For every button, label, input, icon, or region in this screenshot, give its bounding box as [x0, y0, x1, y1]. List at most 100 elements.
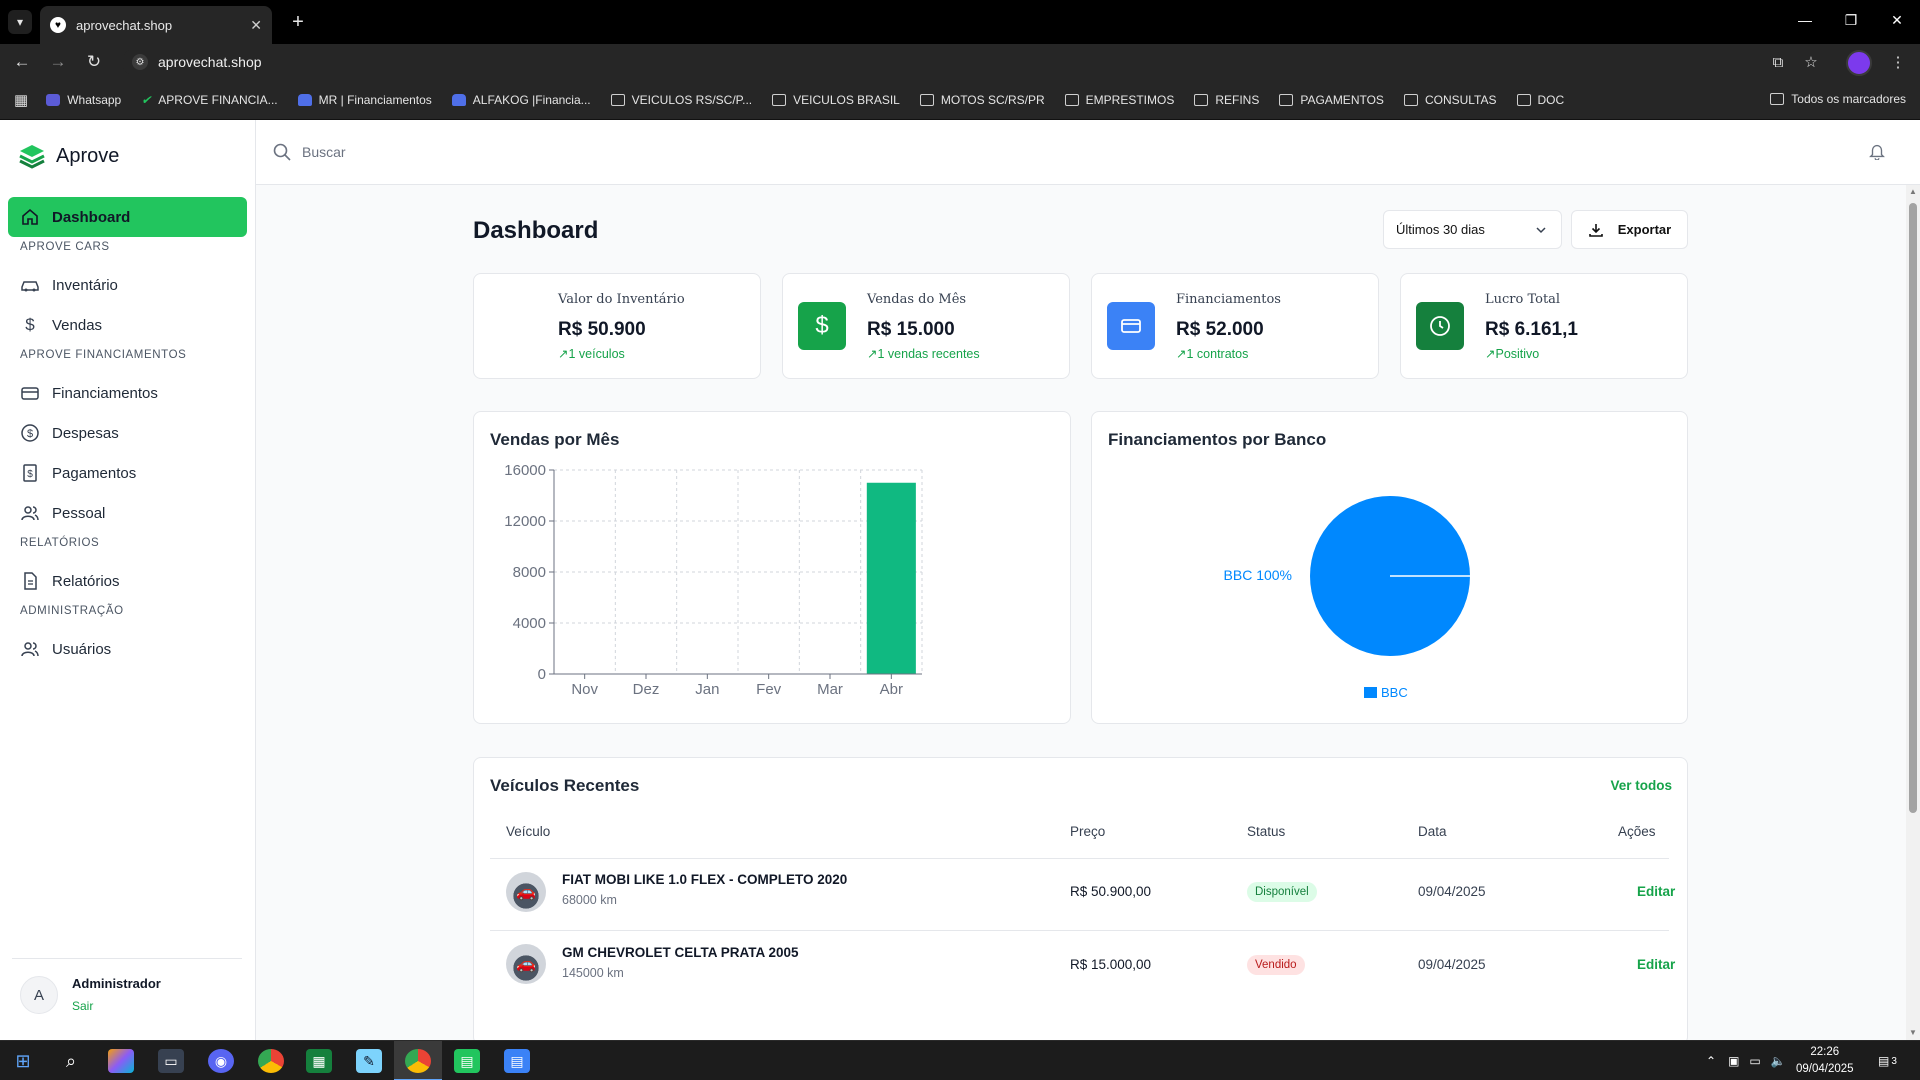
sidebar-item-personal[interactable]: Pessoal — [20, 498, 240, 528]
vehicle-km: 145000 km — [562, 966, 624, 980]
stat-trend: ↗1 contratos — [1176, 347, 1249, 361]
site-info-icon[interactable]: ⚙ — [132, 54, 148, 70]
store-icon[interactable]: ▤ — [454, 1049, 480, 1073]
browser-toolbar: ← → ↻ ⚙ aprovechat.shop ⧉ ☆ ⋮ — [0, 44, 1920, 80]
car-icon — [451, 93, 466, 106]
bookmark-whatsapp[interactable]: Whatsapp — [46, 93, 121, 107]
x-tick-label: Nov — [571, 681, 598, 698]
brand[interactable]: Aprove — [18, 142, 119, 170]
bookmark-mr[interactable]: MR | Financiamentos — [297, 93, 432, 107]
folder-icon — [1064, 93, 1079, 106]
bank-chart-card: Financiamentos por Banco BBC 100% BBC — [1091, 411, 1688, 724]
display-icon[interactable]: ▣ — [1728, 1054, 1739, 1068]
page-scrollbar[interactable]: ▲ ▼ — [1906, 185, 1920, 1040]
bookmark-folder[interactable]: MOTOS SC/RS/PR — [919, 93, 1045, 107]
new-tab-button[interactable]: + — [284, 8, 312, 36]
sales-bar-chart: 0 4000 8000 12000 16000 Nov Dez Jan Fev Mar Abr — [504, 462, 923, 698]
store-icon[interactable]: ▤ — [504, 1049, 530, 1073]
column-header: Ações — [1618, 824, 1656, 839]
sidebar-item-expenses[interactable]: $ Despesas — [20, 418, 240, 448]
svg-text:$: $ — [27, 469, 33, 480]
sidebar-item-inventory[interactable]: Inventário — [20, 270, 240, 300]
stat-trend: ↗1 veículos — [558, 347, 625, 361]
tab-title: aprovechat.shop — [76, 17, 173, 33]
bar — [866, 482, 916, 674]
bookmark-folder[interactable]: REFINS — [1194, 93, 1259, 107]
bookmark-alfakog[interactable]: ALFAKOG |Financia... — [451, 93, 591, 107]
trend-up-icon: ↗ — [558, 347, 569, 361]
apps-grid-icon[interactable]: ▦ — [14, 91, 28, 109]
chrome-icon[interactable] — [258, 1049, 284, 1073]
slice-label: BBC 100% — [1224, 567, 1292, 583]
sidebar-item-label: Vendas — [52, 316, 103, 334]
sidebar-item-payments[interactable]: $ Pagamentos — [20, 458, 240, 488]
copilot-icon[interactable] — [108, 1049, 134, 1073]
translate-icon[interactable]: ⧉ — [1764, 48, 1792, 76]
scroll-thumb[interactable] — [1909, 203, 1917, 813]
back-icon[interactable]: ← — [8, 48, 36, 76]
sidebar-item-label: Dashboard — [52, 208, 131, 226]
windows-start-icon[interactable]: ⊞ — [10, 1049, 36, 1073]
y-tick-label: 16000 — [504, 462, 546, 479]
sidebar-item-users[interactable]: Usuários — [20, 634, 240, 664]
sidebar-item-label: Inventário — [52, 276, 118, 294]
window-controls: — ❐ ✕ — [1782, 0, 1920, 40]
edit-link[interactable]: Editar — [1637, 884, 1675, 899]
bookmark-folder[interactable]: VEICULOS BRASIL — [772, 93, 900, 107]
logout-link[interactable]: Sair — [72, 999, 93, 1013]
bookmark-folder[interactable]: EMPRESTIMOS — [1064, 93, 1174, 107]
network-icon[interactable]: ▭ — [1749, 1054, 1760, 1068]
calculator-icon[interactable]: ▦ — [306, 1049, 332, 1073]
reload-icon[interactable]: ↻ — [80, 48, 108, 76]
all-bookmarks[interactable]: Todos os marcadores — [1770, 92, 1906, 106]
see-all-link[interactable]: Ver todos — [1610, 778, 1672, 793]
sidebar-item-reports[interactable]: Relatórios — [20, 566, 240, 596]
volume-icon[interactable]: 🔈 — [1771, 1054, 1786, 1068]
profile-avatar[interactable] — [1846, 50, 1872, 76]
notifications-button[interactable]: ▤ 3 — [1878, 1041, 1897, 1080]
discord-icon[interactable]: ◉ — [208, 1049, 234, 1073]
vehicle-name[interactable]: FIAT MOBI LIKE 1.0 FLEX - COMPLETO 2020 — [562, 872, 847, 887]
chevron-up-icon[interactable]: ⌃ — [1706, 1054, 1716, 1068]
divider — [490, 930, 1669, 931]
bookmark-star-icon[interactable]: ☆ — [1797, 48, 1825, 76]
folder-icon — [772, 93, 787, 106]
close-window-icon[interactable]: ✕ — [1874, 0, 1920, 40]
bell-icon[interactable] — [1868, 142, 1886, 160]
scroll-up-icon[interactable]: ▲ — [1908, 187, 1918, 196]
address-bar[interactable]: ⚙ aprovechat.shop — [122, 48, 1782, 76]
forward-icon[interactable]: → — [44, 48, 72, 76]
tab-search-button[interactable]: ▾ — [8, 10, 32, 34]
stat-card-profit: Lucro Total R$ 6.161,1 ↗Positivo — [1400, 273, 1688, 379]
dollar-icon: $ — [25, 315, 35, 334]
bookmark-folder[interactable]: DOC — [1516, 93, 1564, 107]
recent-vehicles-card: Veículos Recentes Ver todos Veículo Preç… — [473, 757, 1688, 1040]
browser-tab[interactable]: ♥ aprovechat.shop ✕ — [40, 6, 272, 44]
restore-icon[interactable]: ❐ — [1828, 0, 1874, 40]
notepad-icon[interactable]: ✎ — [356, 1049, 382, 1073]
minimize-icon[interactable]: — — [1782, 0, 1828, 40]
scroll-down-icon[interactable]: ▼ — [1908, 1028, 1918, 1037]
search-icon[interactable]: ⌕ — [58, 1049, 84, 1073]
file-explorer-icon[interactable]: ▭ — [158, 1049, 184, 1073]
chrome-profile-icon[interactable] — [405, 1049, 431, 1073]
sidebar-item-dashboard[interactable]: Dashboard — [8, 197, 247, 237]
tab-close-icon[interactable]: ✕ — [250, 17, 262, 34]
date-range-select[interactable]: Últimos 30 dias — [1383, 210, 1562, 249]
bookmark-folder[interactable]: PAGAMENTOS — [1279, 93, 1384, 107]
bookmark-folder[interactable]: VEICULOS RS/SC/P... — [610, 93, 752, 107]
legend-label: BBC — [1381, 685, 1408, 700]
bookmark-folder[interactable]: CONSULTAS — [1403, 93, 1497, 107]
vehicle-thumbnail: 🚗 — [506, 944, 546, 984]
search-input[interactable] — [302, 138, 802, 166]
sidebar-item-sales[interactable]: $ Vendas — [20, 310, 240, 340]
taskbar-clock[interactable]: 22:26 09/04/2025 — [1796, 1044, 1854, 1078]
file-text-icon — [24, 572, 37, 590]
export-button[interactable]: Exportar — [1571, 210, 1688, 249]
edit-link[interactable]: Editar — [1637, 957, 1675, 972]
browser-menu-icon[interactable]: ⋮ — [1884, 48, 1912, 76]
vehicle-name[interactable]: GM CHEVROLET CELTA PRATA 2005 — [562, 945, 799, 960]
x-tick-label: Dez — [633, 681, 660, 698]
bookmark-aprove[interactable]: ✔ APROVE FINANCIA... — [141, 93, 277, 107]
sidebar-item-financing[interactable]: Financiamentos — [20, 378, 240, 408]
